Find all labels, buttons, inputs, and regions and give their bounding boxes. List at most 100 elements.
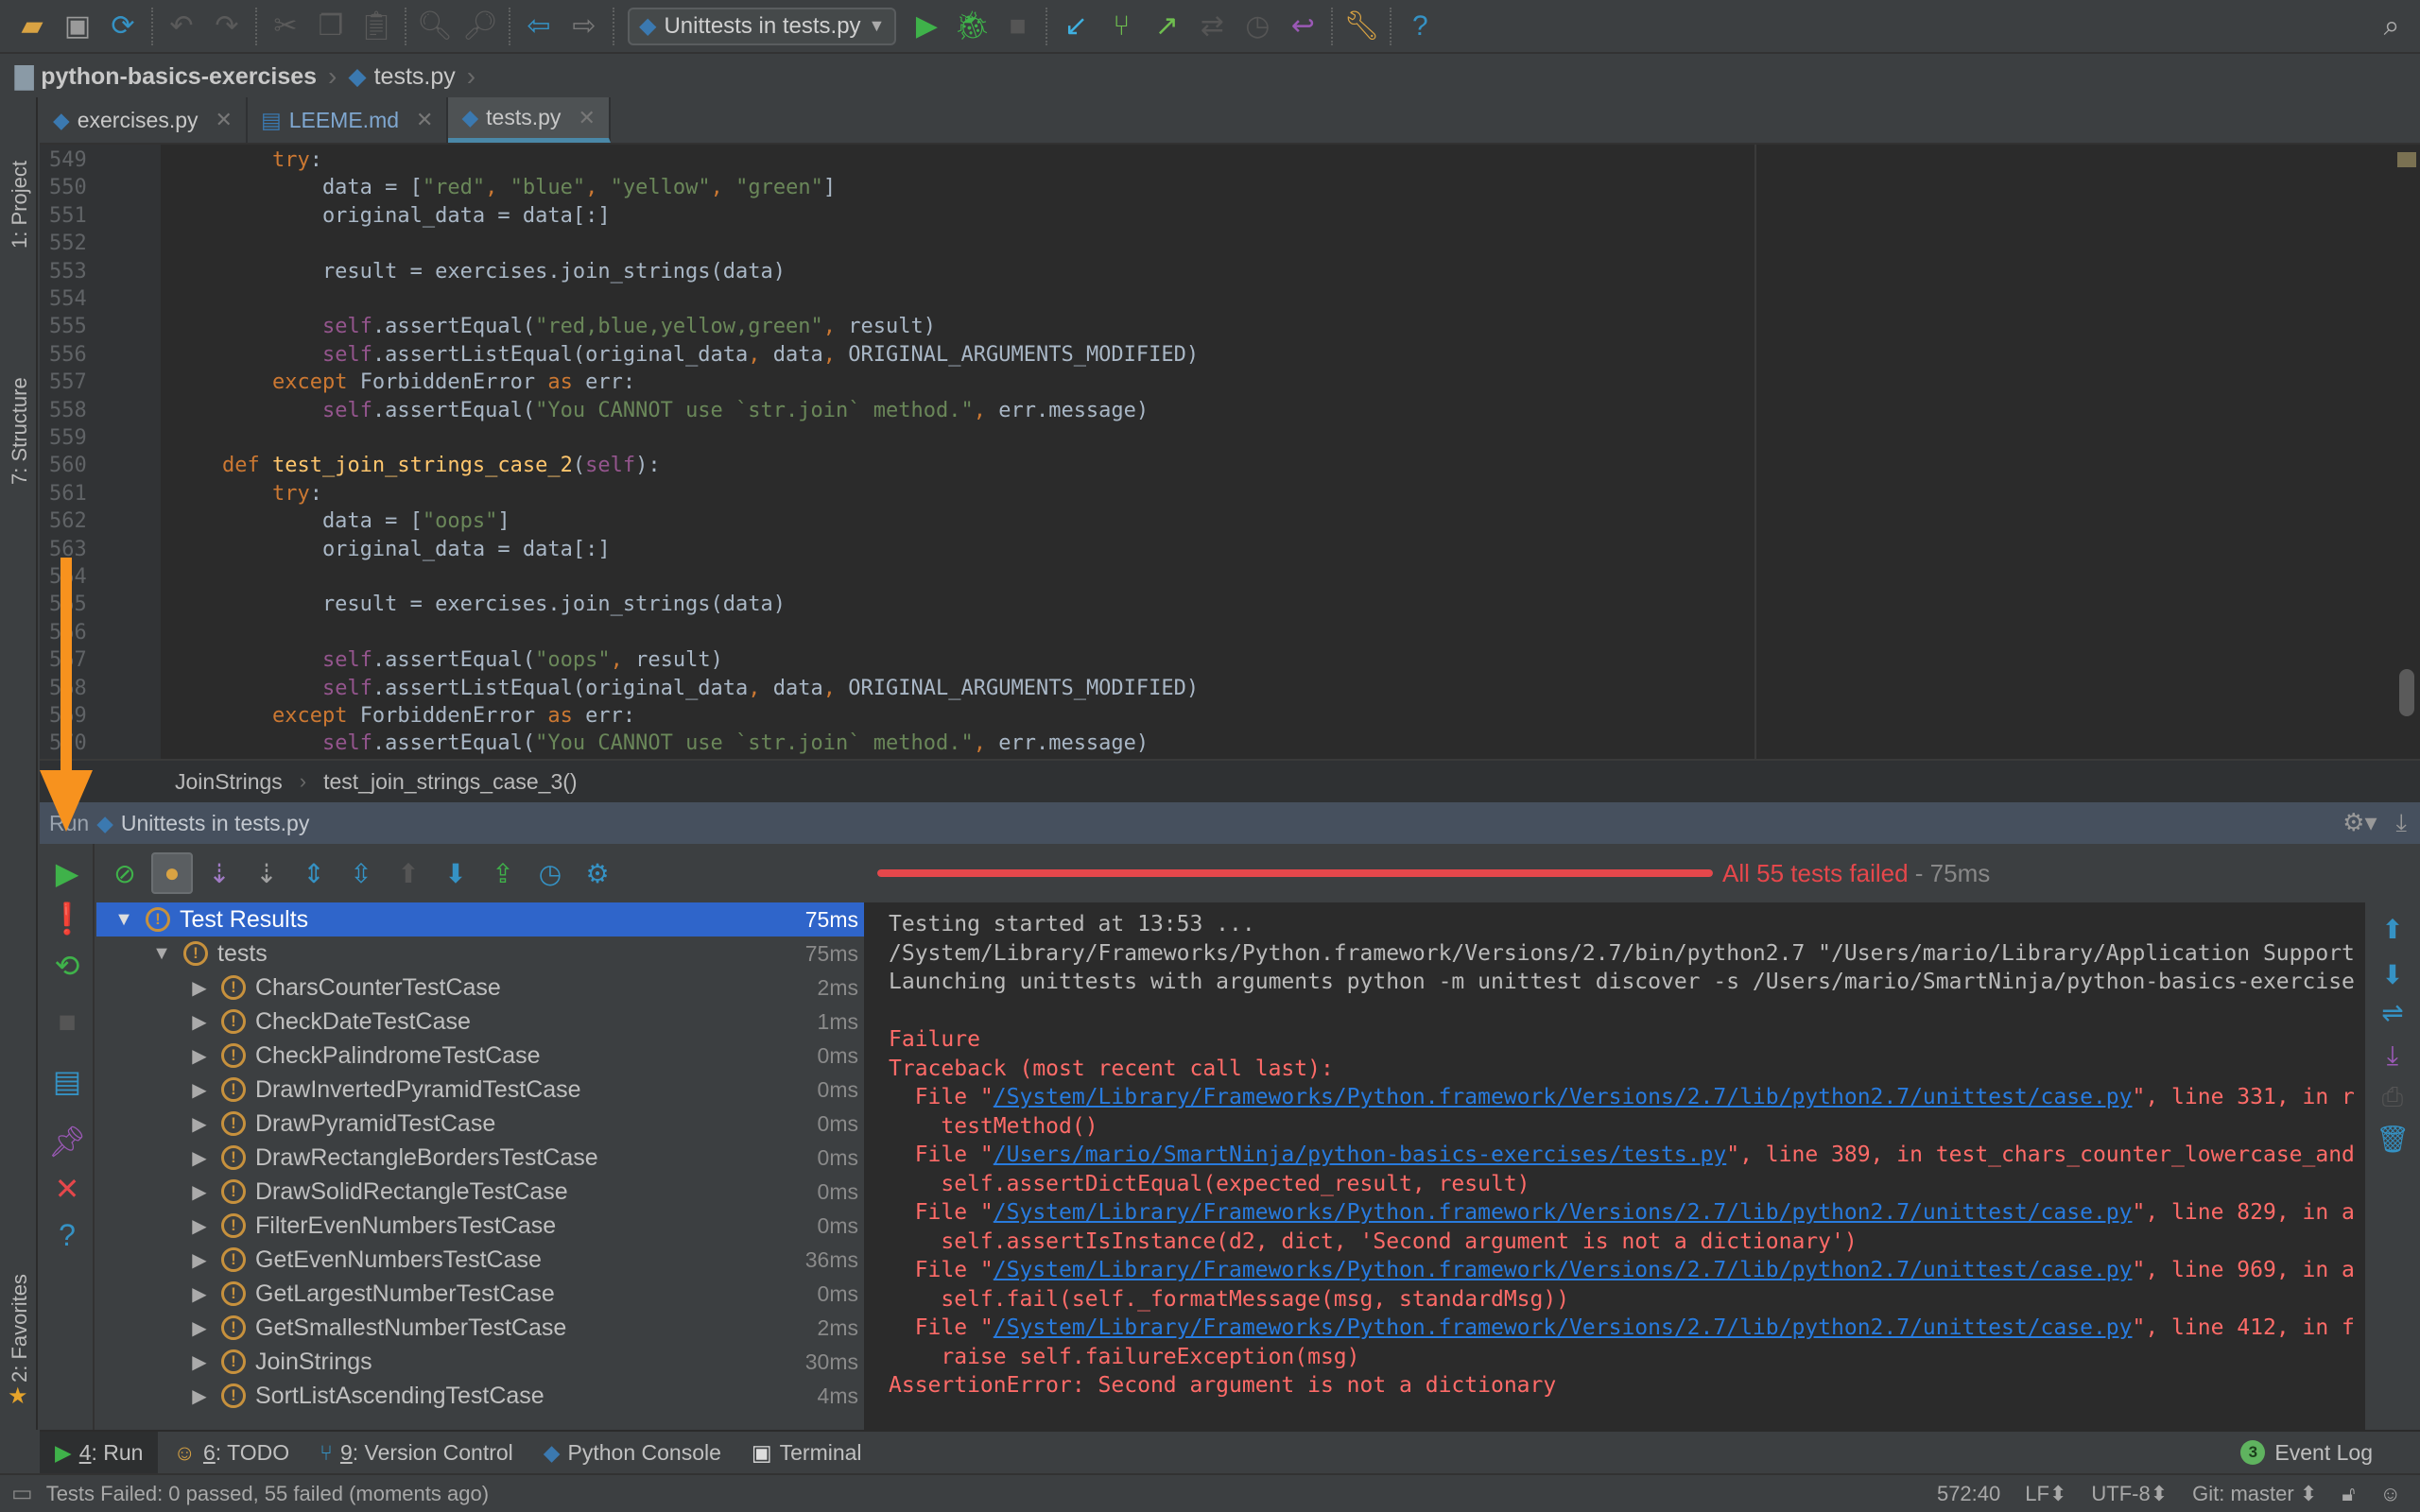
tool-tab[interactable]: ▣ Terminal xyxy=(736,1432,877,1473)
breadcrumb-project[interactable]: ▇ python-basics-exercises xyxy=(15,62,317,91)
close-tab-icon[interactable]: ✕ xyxy=(416,108,433,132)
copy-icon[interactable]: ❐ xyxy=(308,4,354,49)
expand-arrow-right-icon[interactable]: ▶ xyxy=(189,1316,210,1340)
file-encoding[interactable]: UTF-8⬍ xyxy=(2091,1482,2168,1506)
undo-icon[interactable]: ↶ xyxy=(159,4,204,49)
test-tree-row[interactable]: ▶! FilterEvenNumbersTestCase 0ms xyxy=(96,1209,864,1243)
cut-icon[interactable]: ✂ xyxy=(263,4,308,49)
code-editor[interactable]: 549 try: 550 data = ["red", "blue", "yell… xyxy=(40,145,2420,759)
test-tree-row[interactable]: ▶! GetSmallestNumberTestCase 2ms xyxy=(96,1311,864,1345)
export-results-icon[interactable]: ⇪ xyxy=(482,852,524,894)
vcs-commit-icon[interactable]: ⑂ xyxy=(1098,4,1144,49)
test-tree-row[interactable]: ▶! JoinStrings 30ms xyxy=(96,1345,864,1379)
close-icon[interactable]: ✕ xyxy=(40,1171,95,1207)
editor-breadcrumb-class[interactable]: JoinStrings xyxy=(175,769,283,795)
expand-arrow-right-icon[interactable]: ▶ xyxy=(189,1248,210,1272)
expand-all-icon[interactable]: ⇕ xyxy=(293,852,335,894)
test-history-icon[interactable]: ◷ xyxy=(529,852,571,894)
expand-arrow-right-icon[interactable]: ▶ xyxy=(189,1180,210,1204)
stop-icon[interactable]: ■ xyxy=(994,4,1040,49)
show-ignored-icon[interactable]: ● xyxy=(151,852,193,894)
scroll-to-end-icon[interactable]: ⤓ xyxy=(2365,1040,2420,1072)
inspector-icon[interactable]: ☺ xyxy=(2380,1482,2401,1506)
expand-arrow-down-icon[interactable]: ▼ xyxy=(151,943,172,965)
previous-failed-icon[interactable]: ⬆ xyxy=(388,852,429,894)
settings-icon[interactable]: 🔧︎ xyxy=(1339,4,1384,49)
sort-alphabetically-icon[interactable]: ⇣ xyxy=(199,852,240,894)
hide-panel-icon[interactable]: ⤓ xyxy=(2396,808,2408,838)
expand-arrow-right-icon[interactable]: ▶ xyxy=(189,1282,210,1306)
tool-tab[interactable]: ◆ Python Console xyxy=(528,1432,736,1473)
test-console-output[interactable]: Testing started at 13:53 ... /System/Libr… xyxy=(866,902,2365,1430)
test-results-tree[interactable]: ▼! Test Results 75ms ▼! tests 75ms ▶! CharsCoun… xyxy=(96,902,866,1430)
test-settings-icon[interactable]: ⚙ xyxy=(577,852,618,894)
soft-wrap-icon[interactable]: ⇌ xyxy=(2365,997,2420,1028)
vcs-history-icon[interactable]: ◷ xyxy=(1235,4,1280,49)
expand-arrow-right-icon[interactable]: ▶ xyxy=(189,1384,210,1408)
close-tab-icon[interactable]: ✕ xyxy=(216,108,233,132)
test-tree-row[interactable]: ▶! CharsCounterTestCase 2ms xyxy=(96,971,864,1005)
event-log-button[interactable]: 3 Event Log xyxy=(2240,1440,2373,1466)
tool-tab[interactable]: ▶ 4: Run xyxy=(40,1432,159,1473)
toggle-auto-test-icon[interactable]: ⟲ xyxy=(40,948,95,984)
test-tree-row[interactable]: ▶! GetLargestNumberTestCase 0ms xyxy=(96,1277,864,1311)
run-configuration-select[interactable]: ◆ Unittests in tests.py ▼ xyxy=(628,7,897,45)
stop-icon[interactable]: ■ xyxy=(40,1005,95,1040)
replace-icon[interactable]: 🔎︎ xyxy=(458,4,503,49)
expand-arrow-right-icon[interactable]: ▶ xyxy=(189,1350,210,1374)
run-panel-title[interactable]: Unittests in tests.py xyxy=(121,811,309,836)
editor-tab[interactable]: ▤ LEEME.md ✕ xyxy=(248,97,449,143)
pin-tab-icon[interactable]: 📌︎ xyxy=(40,1124,95,1160)
vcs-revert-icon[interactable]: ↩ xyxy=(1280,4,1325,49)
forward-icon[interactable]: ⇨ xyxy=(562,4,607,49)
paste-icon[interactable]: 📋︎ xyxy=(354,4,399,49)
tool-window-structure[interactable]: 7: Structure xyxy=(8,377,32,485)
vcs-push-icon[interactable]: ↗ xyxy=(1144,4,1189,49)
console-file-link[interactable]: /System/Library/Frameworks/Python.framew… xyxy=(994,1200,2133,1225)
collapse-all-icon[interactable]: ⇳ xyxy=(340,852,382,894)
help-icon[interactable]: ? xyxy=(40,1218,95,1253)
editor-scrollbar-thumb[interactable] xyxy=(2399,669,2414,716)
redo-icon[interactable]: ↷ xyxy=(204,4,250,49)
test-tree-row[interactable]: ▶! DrawInvertedPyramidTestCase 0ms xyxy=(96,1073,864,1107)
back-icon[interactable]: ⇦ xyxy=(516,4,562,49)
rerun-failed-icon[interactable]: ❗ xyxy=(40,901,95,936)
help-icon[interactable]: ? xyxy=(1397,4,1443,49)
line-separator[interactable]: LF⬍ xyxy=(2025,1482,2066,1506)
vcs-compare-icon[interactable]: ⇄ xyxy=(1189,4,1235,49)
test-tree-row[interactable]: ▶! DrawSolidRectangleTestCase 0ms xyxy=(96,1175,864,1209)
tool-tab[interactable]: ☺ 6: TODO xyxy=(158,1432,304,1473)
print-icon[interactable]: ⎙ xyxy=(2365,1082,2420,1113)
test-tree-row[interactable]: ▶! CheckPalindromeTestCase 0ms xyxy=(96,1039,864,1073)
expand-arrow-right-icon[interactable]: ▶ xyxy=(189,1078,210,1102)
close-tab-icon[interactable]: ✕ xyxy=(578,106,595,130)
console-file-link[interactable]: /System/Library/Frameworks/Python.framew… xyxy=(994,1258,2133,1282)
show-passed-icon[interactable]: ⊘ xyxy=(104,852,146,894)
test-tree-row[interactable]: ▼! Test Results 75ms xyxy=(96,902,864,936)
search-everywhere-icon[interactable]: ⌕ xyxy=(2369,4,2414,49)
test-tree-row[interactable]: ▶! CheckDateTestCase 1ms xyxy=(96,1005,864,1039)
vcs-update-icon[interactable]: ↙ xyxy=(1053,4,1098,49)
expand-arrow-right-icon[interactable]: ▶ xyxy=(189,1214,210,1238)
run-icon[interactable]: ▶ xyxy=(904,4,949,49)
tool-tab[interactable]: ⑂ 9: Version Control xyxy=(304,1432,528,1473)
restore-layout-icon[interactable]: ▤ xyxy=(40,1063,95,1099)
lock-icon[interactable]: 🔓︎ xyxy=(2342,1482,2355,1506)
find-icon[interactable]: 🔍︎ xyxy=(412,4,458,49)
panel-settings-icon[interactable]: ⚙▾ xyxy=(2342,808,2377,838)
sync-icon[interactable]: ⟳ xyxy=(100,4,146,49)
test-tree-row[interactable]: ▼! tests 75ms xyxy=(96,936,864,971)
vcs-branch[interactable]: Git: master ⬍ xyxy=(2192,1482,2317,1506)
clear-all-icon[interactable]: 🗑︎ xyxy=(2365,1124,2420,1155)
save-icon[interactable]: ▣ xyxy=(55,4,100,49)
status-message[interactable]: Tests Failed: 0 passed, 55 failed (momen… xyxy=(46,1482,489,1506)
open-folder-icon[interactable]: ▰ xyxy=(9,4,55,49)
breadcrumb-file[interactable]: ◆ tests.py xyxy=(348,62,455,91)
expand-arrow-down-icon[interactable]: ▼ xyxy=(113,909,134,931)
test-tree-row[interactable]: ▶! DrawRectangleBordersTestCase 0ms xyxy=(96,1141,864,1175)
test-tree-row[interactable]: ▶! DrawPyramidTestCase 0ms xyxy=(96,1107,864,1141)
rerun-icon[interactable]: ▶ xyxy=(40,855,95,891)
next-failed-icon[interactable]: ⬇ xyxy=(435,852,476,894)
scroll-down-icon[interactable]: ⬇ xyxy=(2365,959,2420,990)
test-tree-row[interactable]: ▶! GetEvenNumbersTestCase 36ms xyxy=(96,1243,864,1277)
